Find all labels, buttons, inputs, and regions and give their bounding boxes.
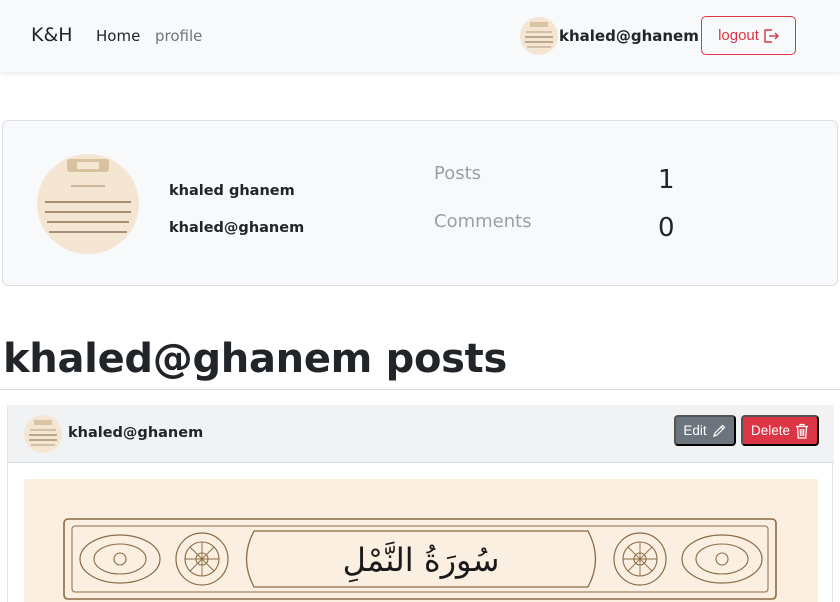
profile-avatar — [37, 154, 139, 254]
logout-icon — [764, 28, 779, 43]
top-navbar: K&H Home profile khaled@ghanem logout — [0, 0, 840, 72]
post-image: سُورَةُ النَّمْلِ — [24, 479, 818, 602]
profile-name: khaled ghanem — [169, 183, 295, 199]
logout-label: logout — [718, 27, 759, 44]
posts-stat-label: Posts — [434, 163, 482, 184]
avatar[interactable] — [520, 17, 558, 55]
edit-post-button[interactable]: Edit — [674, 415, 736, 446]
logout-button[interactable]: logout — [701, 16, 796, 55]
trash-icon — [796, 423, 809, 439]
post-header: khaled@ghanem Edit Delete — [8, 405, 834, 463]
comments-stat-label: Comments — [434, 211, 532, 232]
profile-avatar-image — [37, 154, 139, 254]
surah-banner-image: سُورَةُ النَّمْلِ — [24, 479, 818, 602]
avatar-image — [520, 17, 558, 55]
post-author-name[interactable]: khaled@ghanem — [68, 425, 203, 441]
post-avatar-image — [24, 415, 62, 453]
nav-link-home[interactable]: Home — [96, 27, 140, 45]
edit-label: Edit — [683, 423, 707, 438]
surah-title-text: سُورَةُ النَّمْلِ — [343, 541, 500, 583]
profile-email: khaled@ghanem — [169, 220, 305, 236]
delete-post-button[interactable]: Delete — [741, 415, 819, 446]
posts-stat-value: 1 — [658, 165, 675, 195]
posts-section-title: khaled@ghanem posts — [3, 336, 508, 382]
comments-stat-value: 0 — [658, 213, 675, 243]
section-divider — [0, 389, 840, 390]
nav-username[interactable]: khaled@ghanem — [559, 27, 699, 45]
nav-link-profile[interactable]: profile — [155, 27, 202, 45]
pencil-icon — [712, 424, 725, 437]
brand-logo-link[interactable]: K&H — [31, 24, 73, 46]
delete-label: Delete — [750, 423, 791, 438]
post-author-avatar[interactable] — [24, 415, 62, 453]
profile-card: khaled ghanem khaled@ghanem Posts 1 Comm… — [2, 120, 838, 286]
post-card: khaled@ghanem Edit Delete سُورَةُ النَّم… — [7, 405, 834, 602]
